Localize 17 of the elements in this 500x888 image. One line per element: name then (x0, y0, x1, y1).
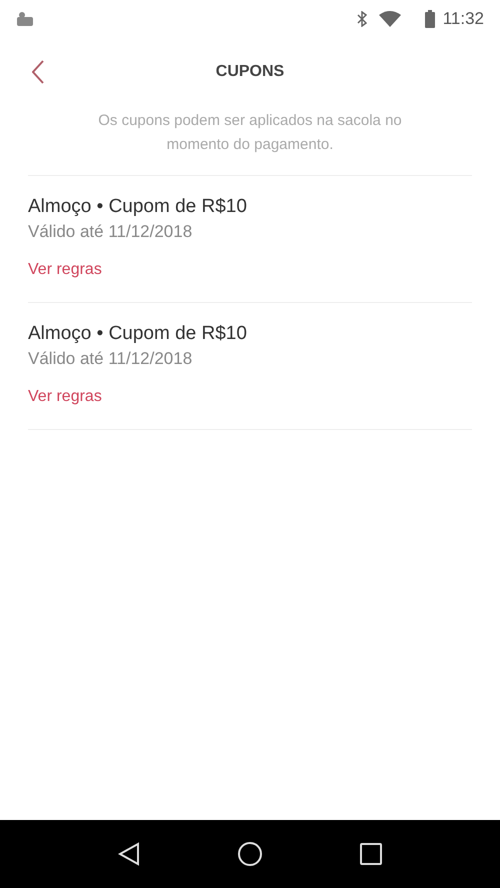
back-triangle-icon[interactable] (118, 842, 140, 866)
recents-square-icon[interactable] (360, 843, 382, 865)
wifi-icon (378, 11, 401, 27)
page-title: CUPONS (216, 62, 284, 82)
home-circle-icon[interactable] (236, 841, 263, 867)
back-icon (32, 60, 44, 84)
notification-icon (16, 11, 34, 27)
battery-icon (424, 10, 435, 28)
subtitle: Os cupons podem ser aplicados na sacola no momento do pagamento. (97, 111, 403, 155)
rules-link[interactable]: Ver regras (28, 258, 102, 282)
coupon-title: Almoço • Cupom de R$10 (28, 195, 247, 219)
coupon-validity: Válido até 11/12/2018 (28, 221, 192, 243)
coupon-validity: Válido até 11/12/2018 (28, 348, 192, 370)
bluetooth-icon (356, 11, 367, 27)
clock: 11:32 (442, 8, 484, 30)
coupon-title: Almoço • Cupom de R$10 (28, 322, 247, 346)
rules-link[interactable]: Ver regras (28, 385, 102, 409)
